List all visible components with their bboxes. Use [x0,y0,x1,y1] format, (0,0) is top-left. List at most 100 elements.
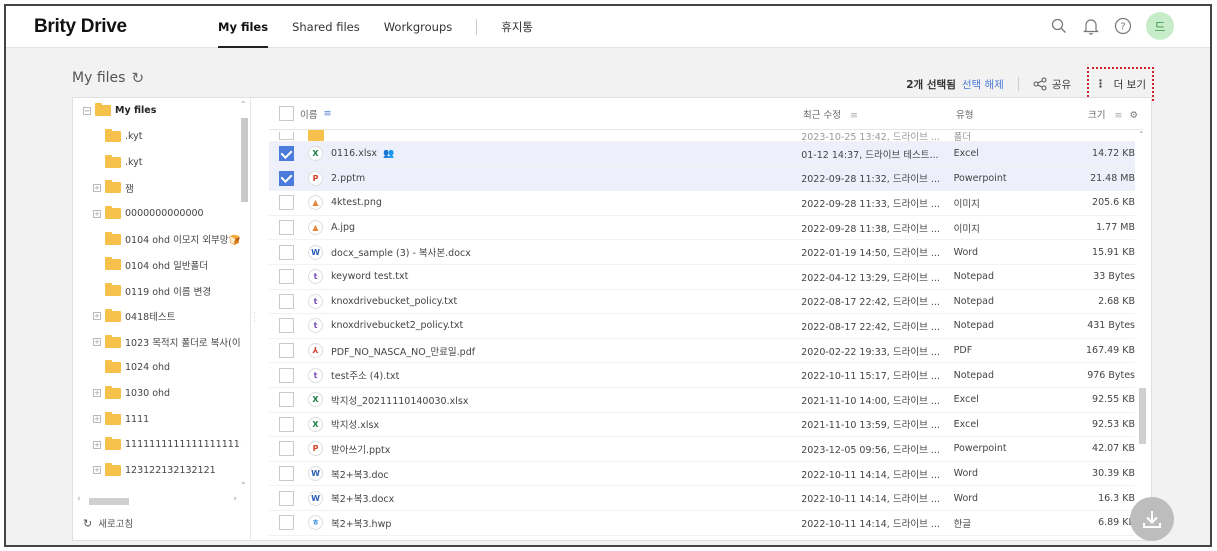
table-row[interactable]: X 0116.xlsx 👥 01-12 14:37, 드라이브 테스트... Excel… [269,142,1135,167]
scroll-left-icon[interactable]: ‹ [77,494,81,504]
collapse-icon[interactable]: − [83,106,91,115]
more-button[interactable]: ⋮ 더 보기 [1087,67,1154,101]
table-row[interactable]: t keyword test.txt 2022-04-12 13:29, 드라이브 … [269,265,1135,290]
row-checkbox[interactable] [279,269,294,285]
row-checkbox[interactable] [279,195,294,211]
file-name[interactable]: test주소 (4).txt [331,368,399,382]
scroll-thumb[interactable] [241,118,248,202]
file-name[interactable]: 받아쓰기.pptx [331,442,390,456]
scroll-down-icon[interactable]: ⌄ [240,477,247,486]
file-name[interactable]: knoxdrivebucket_policy.txt [331,296,457,307]
row-name[interactable]: t knoxdrivebucket_policy.txt [300,293,801,309]
expand-icon[interactable]: + [93,440,101,449]
row-name[interactable]: X 0116.xlsx 👥 [300,146,801,162]
row-name[interactable]: t knoxdrivebucket2_policy.txt [300,318,801,334]
expand-icon[interactable]: + [93,312,101,321]
folder-tree-hscrollbar[interactable]: ‹ › [77,494,237,506]
avatar[interactable]: 드 [1146,12,1174,40]
column-name-header[interactable]: 이름 ≡ [300,107,803,121]
column-size-header[interactable]: 크기 ≡ ⚙ [1056,107,1138,121]
table-row[interactable]: X 박지성_20211110140030.xlsx 2021-11-10 14:00… [269,388,1135,413]
table-row[interactable]: P 2.pptm 2022-09-28 11:32, 드라이브 ... Powerpo… [269,166,1135,192]
file-table-scrollbar[interactable]: ⌃ [1137,130,1147,538]
column-modified-header[interactable]: 최근 수정 ≡ [803,107,956,121]
row-checkbox[interactable] [279,146,294,162]
file-name[interactable]: A.jpg [331,222,355,233]
row-name[interactable]: t test주소 (4).txt [300,367,801,383]
help-icon[interactable]: ? [1108,11,1138,41]
nav-workgroups[interactable]: Workgroups [384,6,453,48]
row-checkbox[interactable] [279,466,294,482]
file-name[interactable]: PDF_NO_NASCA_NO_만료일.pdf [331,344,475,358]
file-name[interactable]: 박지성.xlsx [331,417,379,431]
row-name[interactable]: P 2.pptm [300,170,801,186]
search-icon[interactable] [1044,11,1074,41]
table-row[interactable]: ▲ 4ktest.png 2022-09-28 11:33, 드라이브 ... 이미지… [269,191,1135,216]
row-name[interactable]: ▲ 4ktest.png [300,195,801,211]
scroll-thumb[interactable] [1139,388,1146,444]
row-checkbox[interactable] [279,318,294,334]
tree-item[interactable]: +1023 목적지 폴더로 복사(이 [73,329,241,355]
table-row[interactable]: t test주소 (4).txt 2022-10-11 15:17, 드라이브 ..… [269,363,1135,388]
share-button[interactable]: 공유 [1033,77,1071,92]
row-checkbox[interactable] [279,490,294,506]
row-checkbox[interactable] [279,367,294,383]
file-name[interactable]: 2.pptm [331,173,365,184]
tree-item[interactable]: +0418테스트 [73,304,241,330]
row-name[interactable]: P 받아쓰기.pptx [300,441,801,457]
sort-icon[interactable]: ≡ [1114,110,1122,121]
refresh-icon[interactable]: ↻ [131,69,144,87]
file-name[interactable]: 박지성_20211110140030.xlsx [331,393,468,407]
column-type-header[interactable]: 유형 [956,107,1056,121]
file-name[interactable]: 4ktest.png [331,197,382,208]
file-name[interactable]: 복2+복3.docx [331,491,394,505]
clear-selection-link[interactable]: 선택 해제 [962,77,1004,92]
sort-icon[interactable]: ≡ [850,110,858,121]
row-name[interactable]: W 복2+복3.doc [300,466,801,482]
expand-icon[interactable]: + [93,415,101,424]
row-name[interactable]: ㅎ 복2+복3.hwp [300,515,801,531]
select-all-checkbox[interactable] [279,106,294,121]
tree-item[interactable]: 0104 ohd 일반폴더 [73,252,241,278]
resize-handle[interactable]: · · · [253,310,256,327]
row-checkbox[interactable] [279,131,294,140]
table-row[interactable]: W 복2+복3.docx 2022-10-11 14:14, 드라이브 ... Wor… [269,486,1135,511]
table-row[interactable]: W 복2+복3.doc 2022-10-11 14:14, 드라이브 ... Word… [269,462,1135,487]
tree-item[interactable]: 0119 ohd 이름 변경 [73,278,241,304]
scroll-up-icon[interactable]: ⌃ [240,100,247,109]
file-name[interactable]: 0116.xlsx [331,148,377,159]
row-name[interactable]: ▲ A.jpg [300,220,801,236]
tree-item[interactable]: .kyt [73,149,241,175]
table-row[interactable]: ▲ A.jpg 2022-09-28 11:38, 드라이브 ... 이미지 1.77 … [269,216,1135,241]
expand-icon[interactable]: + [93,338,101,347]
tree-item[interactable]: 0104 ohd 이모지 외부망🍞 [73,226,241,252]
file-name[interactable]: 복2+복3.doc [331,467,389,481]
row-checkbox[interactable] [279,220,294,236]
table-row[interactable]: P 받아쓰기.pptx 2023-12-05 09:56, 드라이브 ... Powe… [269,437,1135,462]
tree-item[interactable]: 1024 ohd [73,355,241,381]
bell-icon[interactable] [1076,11,1106,41]
tree-item[interactable]: +1111 [73,406,241,432]
row-checkbox[interactable] [279,515,294,531]
nav-shared-files[interactable]: Shared files [292,6,360,48]
table-row[interactable]: t knoxdrivebucket_policy.txt 2022-08-17 22… [269,290,1135,315]
nav-trash[interactable]: 휴지통 [501,6,533,48]
expand-icon[interactable]: + [93,389,101,398]
file-name[interactable]: docx_sample (3) - 복사본.docx [331,245,471,259]
tree-item[interactable]: +1111111111111111111111 [73,432,241,458]
expand-icon[interactable]: + [93,209,101,218]
tree-item[interactable]: .kyt [73,124,241,150]
tree-item[interactable]: +123122132132121 [73,458,241,484]
download-button[interactable] [1130,497,1174,541]
row-checkbox[interactable] [279,170,294,186]
row-checkbox[interactable] [279,416,294,432]
row-name[interactable]: t keyword test.txt [300,269,801,285]
row-name[interactable]: X 박지성.xlsx [300,416,801,432]
row-checkbox[interactable] [279,392,294,408]
row-checkbox[interactable] [279,293,294,309]
tree-item[interactable]: + 잼 [73,175,241,201]
scroll-up-icon[interactable]: ⌃ [1138,130,1145,139]
table-row-partial[interactable]: 2023-10-25 13:42, 드라이브 ... 폴더 [269,130,1135,142]
expand-icon[interactable]: + [93,183,101,192]
tree-item[interactable]: +0000000000000 [73,201,241,227]
